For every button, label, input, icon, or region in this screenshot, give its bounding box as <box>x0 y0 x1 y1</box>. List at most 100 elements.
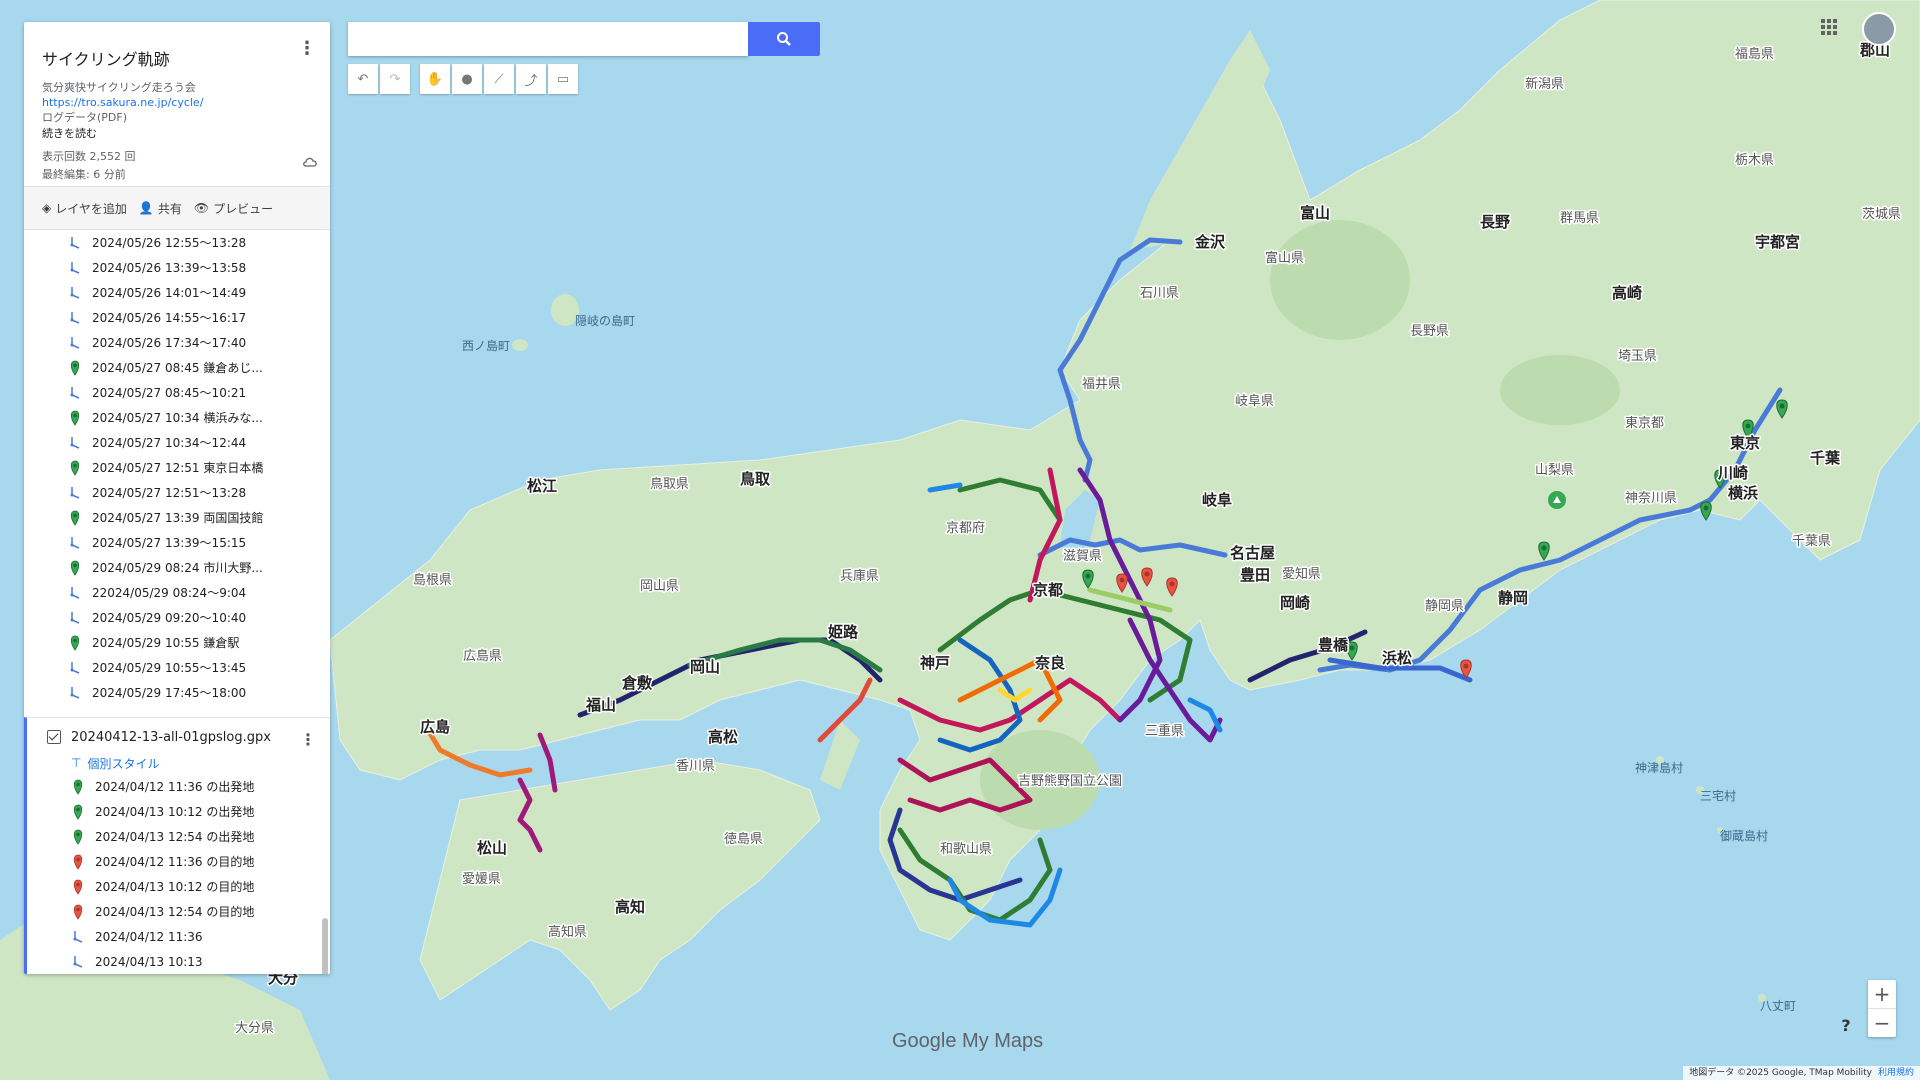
feature-item[interactable]: 2024/05/27 12:51〜13:28 <box>24 480 330 505</box>
map-place-label: 富山 <box>1300 204 1330 222</box>
individual-style-link[interactable]: ⊤ 個別スタイル <box>27 752 330 774</box>
feature-item[interactable]: 2024/05/27 13:39〜15:15 <box>24 530 330 555</box>
undo-icon[interactable]: ↶ <box>348 64 378 94</box>
terms-link[interactable]: 利用規約 <box>1878 1068 1914 1078</box>
layer-checkbox[interactable] <box>47 730 61 744</box>
draw-line-icon[interactable]: ⟋ <box>484 64 514 94</box>
map-place-label: 富山県 <box>1265 250 1304 266</box>
zoom-in-button[interactable]: + <box>1868 980 1896 1008</box>
map-place-label: 石川県 <box>1140 286 1179 301</box>
search-button[interactable] <box>748 22 820 56</box>
map-place-label: 愛知県 <box>1282 566 1321 582</box>
feature-label: 2024/05/26 12:55〜13:28 <box>92 236 247 250</box>
feature-item[interactable]: 2024/04/13 10:12 の出発地 <box>27 799 330 824</box>
feature-item[interactable]: 2024/05/29 10:55 鎌倉駅 <box>24 630 330 655</box>
line-icon <box>70 611 80 624</box>
layer-feature-list: 2024/04/12 11:36 の出発地 2024/04/13 10:12 の出… <box>27 774 330 974</box>
feature-item[interactable]: 2024/05/29 17:45〜18:00 <box>24 680 330 705</box>
google-my-maps-logo: Google My Maps <box>892 1030 1043 1053</box>
feature-item[interactable]: 2024/05/26 14:55〜16:17 <box>24 305 330 330</box>
green-pin-icon <box>70 635 80 651</box>
log-data-text: ログデータ(PDF) <box>42 111 128 124</box>
feature-type-icon <box>71 879 85 895</box>
ruler-icon[interactable]: ▭ <box>548 64 578 94</box>
map-place-label: 京都府 <box>946 521 985 536</box>
feature-item[interactable]: 2024/04/12 11:36 の目的地 <box>27 849 330 874</box>
feature-item[interactable]: 2024/05/26 14:01〜14:49 <box>24 280 330 305</box>
views-text: 表示回数 2,552 回 <box>42 150 136 163</box>
feature-item[interactable]: 2024/04/13 10:13 <box>27 949 330 974</box>
directions-icon[interactable]: ⤴ <box>516 64 546 94</box>
feature-label: 2024/05/27 13:39 両国国技館 <box>92 511 264 525</box>
map-place-label: 松江 <box>527 477 557 495</box>
help-icon[interactable]: ? <box>1836 1016 1856 1036</box>
line-icon <box>70 661 80 674</box>
map-place-label: 広島県 <box>463 649 502 664</box>
apps-grid-icon[interactable] <box>1820 18 1838 36</box>
feature-item[interactable]: 2024/05/26 13:39〜13:58 <box>24 255 330 280</box>
feature-item[interactable]: 2024/05/29 10:55〜13:45 <box>24 655 330 680</box>
search-input[interactable] <box>348 22 748 56</box>
feature-type-icon <box>71 929 85 945</box>
panel-scrollbar[interactable] <box>322 918 328 974</box>
zoom-control: + − <box>1868 980 1896 1037</box>
map-place-label: 広島 <box>420 718 450 736</box>
feature-type-icon <box>68 635 82 651</box>
feature-item[interactable]: 2024/05/29 08:24 市川大野... <box>24 555 330 580</box>
map-place-label: 静岡県 <box>1425 599 1464 614</box>
feature-item[interactable]: 2024/04/13 12:54 の出発地 <box>27 824 330 849</box>
feature-item[interactable]: 2024/04/13 10:12 の目的地 <box>27 874 330 899</box>
feature-item[interactable]: 2024/04/12 11:36 <box>27 924 330 949</box>
eye-icon: 👁 <box>193 201 210 215</box>
map-side-panel: サイクリング軌跡 ⋮ 気分爽快サイクリング走ろう会 https://tro.sa… <box>24 22 330 974</box>
feature-item[interactable]: 2024/05/26 17:34〜17:40 <box>24 330 330 355</box>
feature-type-icon <box>68 435 82 451</box>
add-layer-label: レイヤを追加 <box>55 201 127 216</box>
green-pin-icon <box>70 360 80 376</box>
map-place-label: 徳島県 <box>724 832 763 847</box>
read-more-link[interactable]: 続きを読む <box>42 126 312 142</box>
line-icon <box>70 336 80 349</box>
map-place-label: 三宅村 <box>1700 788 1736 803</box>
layer-header[interactable]: 20240412-13-all-01gpslog.gpx <box>27 722 330 752</box>
map-description: 気分爽快サイクリング走ろう会 <box>42 81 196 94</box>
account-avatar[interactable] <box>1862 12 1896 46</box>
map-place-label: 金沢 <box>1194 233 1226 251</box>
map-url-link[interactable]: https://tro.sakura.ne.jp/cycle/ <box>42 95 312 110</box>
feature-item[interactable]: 2024/05/27 08:45 鎌倉あじ... <box>24 355 330 380</box>
feature-item[interactable]: 2024/05/27 13:39 両国国技館 <box>24 505 330 530</box>
feature-item[interactable]: 2024/05/27 12:51 東京日本橋 <box>24 455 330 480</box>
more-options-icon[interactable]: ⋮ <box>298 40 316 58</box>
feature-item[interactable]: 2024/05/27 08:45〜10:21 <box>24 380 330 405</box>
green-pin-icon <box>73 779 83 795</box>
feature-list: 2024/05/26 12:55〜13:28 2024/05/26 13:39〜1… <box>24 230 330 705</box>
feature-item[interactable]: 2024/05/29 09:20〜10:40 <box>24 605 330 630</box>
feature-type-icon <box>68 335 82 351</box>
map-attribution: 地図データ ©2025 Google, TMap Mobility 利用規約 <box>1683 1066 1920 1080</box>
preview-button[interactable]: 👁 プレビュー <box>194 200 273 217</box>
map-place-label: 和歌山県 <box>940 842 992 857</box>
layer-options-icon[interactable]: ⋮ <box>300 730 316 749</box>
cloud-saved-icon <box>303 157 317 167</box>
map-place-label: 山梨県 <box>1535 463 1574 478</box>
marker-icon[interactable]: ● <box>452 64 482 94</box>
map-title[interactable]: サイクリング軌跡 <box>42 46 312 70</box>
feature-type-icon <box>68 510 82 526</box>
hand-icon[interactable]: ✋ <box>420 64 450 94</box>
feature-item[interactable]: 22024/05/29 08:24〜9:04 <box>24 580 330 605</box>
feature-item[interactable]: 2024/04/12 11:36 の出発地 <box>27 774 330 799</box>
share-button[interactable]: 👤 共有 <box>139 200 182 217</box>
map-place-label: 横浜 <box>1728 484 1758 502</box>
redo-icon[interactable]: ↷ <box>380 64 410 94</box>
map-place-label: 高知県 <box>548 924 587 940</box>
feature-item[interactable]: 2024/05/27 10:34〜12:44 <box>24 430 330 455</box>
feature-type-icon <box>68 310 82 326</box>
map-place-label: 高崎 <box>1612 284 1642 302</box>
feature-item[interactable]: 2024/05/27 10:34 横浜みな... <box>24 405 330 430</box>
add-layer-button[interactable]: ◈ レイヤを追加 <box>42 200 127 217</box>
feature-item[interactable]: 2024/05/26 12:55〜13:28 <box>24 230 330 255</box>
feature-item[interactable]: 2024/04/13 12:54 の目的地 <box>27 899 330 924</box>
map-place-label: 高松 <box>708 728 738 746</box>
feature-label: 2024/05/29 09:20〜10:40 <box>92 611 247 625</box>
zoom-out-button[interactable]: − <box>1868 1008 1896 1037</box>
